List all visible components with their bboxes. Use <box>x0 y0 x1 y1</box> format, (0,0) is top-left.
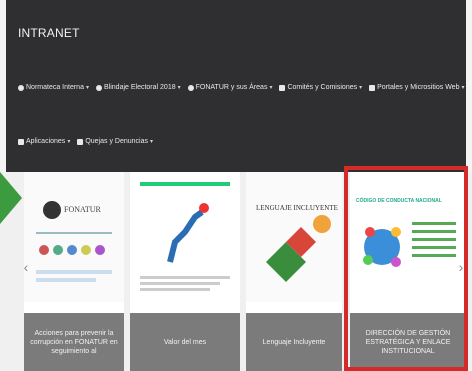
carousel-card-lenguaje-incluyente[interactable]: LENGUAJE INCLUYENTE Lenguaje Incluyente <box>246 172 342 371</box>
menu-label: Blindaje Electoral 2018 <box>104 84 176 91</box>
lenguaje-incluyente-image: LENGUAJE INCLUYENTE <box>246 172 342 302</box>
menu-item-aplicaciones[interactable]: Aplicaciones ▾ <box>18 138 70 145</box>
menu-label: Portales y Micrositios Web <box>377 84 460 91</box>
menu-row-2: Aplicaciones ▾ Quejas y Denuncias ▾ <box>18 138 153 145</box>
people-icon <box>279 84 286 91</box>
menu-item-normateca[interactable]: Normateca Interna ▾ <box>18 84 89 91</box>
menu-item-blindaje[interactable]: Blindaje Electoral 2018 ▾ <box>96 84 181 91</box>
menu-item-fonatur-areas[interactable]: FONATUR y sus Áreas ▾ <box>187 84 273 91</box>
chevron-down-icon: ▾ <box>461 85 465 91</box>
carousel-card-anticorrupcion[interactable]: FONATUR Acciones para prevenir la corrup… <box>24 172 124 371</box>
card-image-heading: FONATUR <box>64 205 102 214</box>
carousel-card-valor-del-mes[interactable]: Valor del mes <box>130 172 240 371</box>
chevron-down-icon: ▾ <box>85 85 89 91</box>
menu-label: Comités y Comisiones <box>287 84 358 91</box>
brand-title[interactable]: INTRANET <box>18 26 80 40</box>
grid-icon <box>18 138 24 145</box>
top-navbar: INTRANET Normateca Interna ▾ Blindaje El… <box>6 0 466 172</box>
card-image-heading: LENGUAJE INCLUYENTE <box>256 204 338 212</box>
green-arrow-icon <box>0 172 22 224</box>
chevron-down-icon: ▾ <box>177 85 181 91</box>
menu-item-comites[interactable]: Comités y Comisiones ▾ <box>279 84 362 91</box>
menu-label: Quejas y Denuncias <box>85 138 148 145</box>
circle-icon <box>18 84 24 91</box>
card-caption: Lenguaje Incluyente <box>246 313 342 371</box>
menu-row-1: Normateca Interna ▾ Blindaje Electoral 2… <box>18 84 464 91</box>
menu-label: Aplicaciones <box>26 138 66 145</box>
circle-icon <box>96 84 102 91</box>
chevron-down-icon: ▾ <box>359 85 363 91</box>
home-icon <box>369 84 376 91</box>
chevron-down-icon: ▾ <box>269 85 273 91</box>
megaphone-icon <box>77 138 84 145</box>
menu-label: Normateca Interna <box>26 84 84 91</box>
fonatur-banner-image: FONATUR <box>24 172 124 302</box>
chevron-down-icon: ▾ <box>67 139 71 145</box>
card-image <box>130 172 240 302</box>
card-image: FONATUR <box>24 172 124 302</box>
menu-item-portales[interactable]: Portales y Micrositios Web ▾ <box>369 84 464 91</box>
card-caption: Valor del mes <box>130 313 240 371</box>
menu-label: FONATUR y sus Áreas <box>195 84 268 91</box>
card-caption: Acciones para prevenir la corrupción en … <box>24 313 124 371</box>
carousel-prev-button[interactable]: ‹ <box>21 258 31 276</box>
chevron-down-icon: ▾ <box>149 139 153 145</box>
menu-item-quejas[interactable]: Quejas y Denuncias ▾ <box>77 138 153 145</box>
valor-del-mes-image <box>130 172 240 302</box>
highlight-box <box>344 166 468 371</box>
card-image: LENGUAJE INCLUYENTE <box>246 172 342 302</box>
globe-icon <box>187 84 194 91</box>
